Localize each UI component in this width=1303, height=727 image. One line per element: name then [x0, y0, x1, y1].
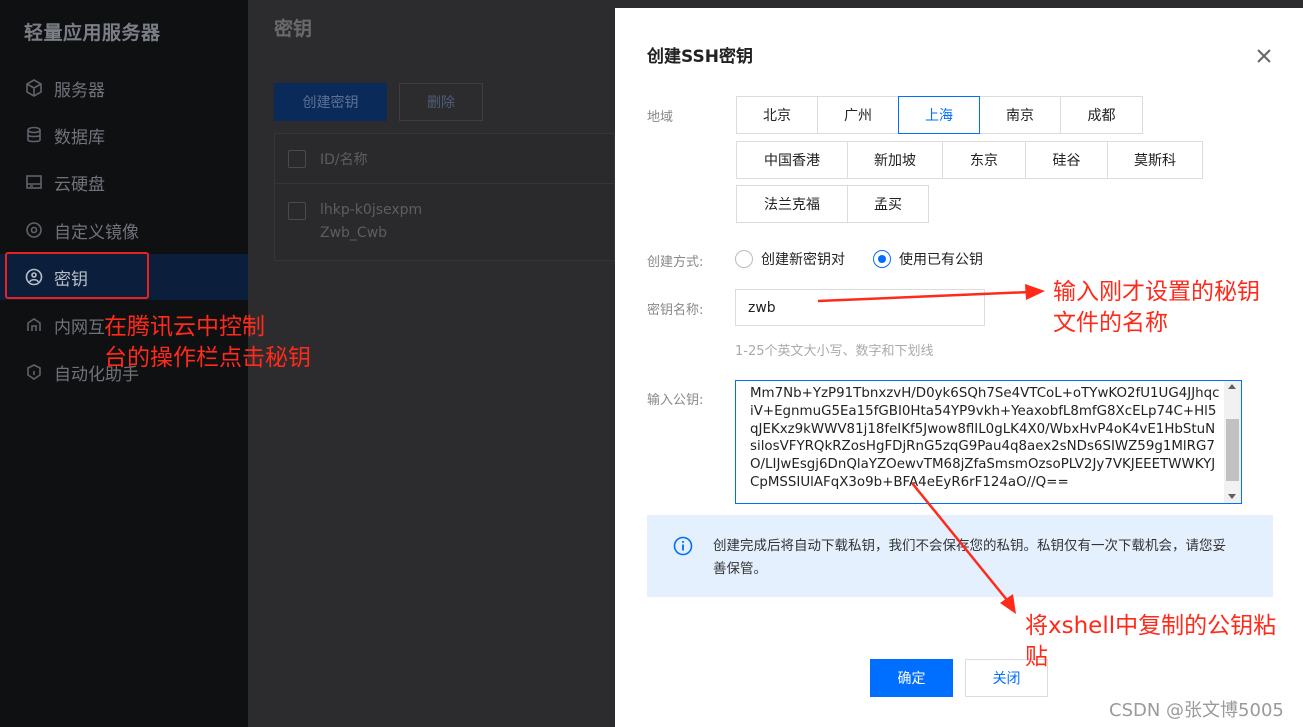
radio-dot [873, 250, 891, 268]
download-notice: 创建完成后将自动下载私钥，我们不会保存您的私钥。私钥仅有一次下载机会，请您妥善保… [647, 515, 1273, 597]
notice-text: 创建完成后将自动下载私钥，我们不会保存您的私钥。私钥仅有一次下载机会，请您妥善保… [713, 538, 1226, 577]
method-label: 创建方式: [647, 255, 704, 270]
delete-button[interactable]: 删除 [399, 83, 483, 121]
annotation-sidebar-note: 在腾讯云中控制 台的操作栏点击秘钥 [104, 314, 311, 371]
radio-create-new-keypair[interactable]: 创建新密钥对 [735, 249, 845, 269]
select-all-checkbox[interactable] [288, 150, 306, 168]
table-header: ID/名称 [275, 134, 616, 184]
pubkey-label: 输入公钥: [647, 393, 704, 408]
region-chengdu[interactable]: 成都 [1060, 96, 1143, 134]
sidebar-item-label: 云硬盘 [54, 174, 105, 195]
info-icon [673, 536, 693, 556]
sidebar-item-label: 自定义镜像 [54, 222, 139, 243]
column-header-id-name: ID/名称 [320, 152, 368, 168]
close-icon[interactable] [1252, 44, 1276, 68]
key-name-label: 密钥名称: [647, 303, 704, 318]
page-title: 密钥 [274, 18, 313, 40]
radio-label: 创建新密钥对 [761, 252, 845, 268]
region-mumbai[interactable]: 孟买 [847, 185, 929, 223]
region-hongkong[interactable]: 中国香港 [736, 141, 848, 179]
sidebar-item-label: 数据库 [54, 127, 105, 148]
confirm-button[interactable]: 确定 [870, 659, 953, 697]
sidebar-item-servers[interactable]: 服务器 [0, 65, 248, 111]
network-icon [24, 315, 44, 335]
radio-dot [735, 250, 753, 268]
key-name-hint: 1-25个英文大小写、数字和下划线 [735, 344, 934, 359]
keys-highlight-box [5, 252, 149, 299]
scrollbar-thumb[interactable] [1226, 419, 1239, 481]
sidebar-brand: 轻量应用服务器 [24, 22, 161, 44]
region-frankfurt[interactable]: 法兰克福 [736, 185, 848, 223]
radio-label: 使用已有公钥 [899, 252, 983, 268]
keys-table: ID/名称 lhkp-k0jsexpm Zwb_Cwb [274, 133, 616, 261]
region-shanghai[interactable]: 上海 [898, 96, 980, 134]
sidebar-item-label: 服务器 [54, 80, 105, 101]
region-guangzhou[interactable]: 广州 [817, 96, 899, 134]
overlay-strip [615, 0, 1303, 8]
region-label: 地域 [647, 110, 674, 125]
region-beijing[interactable]: 北京 [736, 96, 818, 134]
image-icon [24, 220, 44, 240]
annotation-name-note: 输入刚才设置的秘钥 文件的名称 [1053, 279, 1260, 336]
radio-use-existing-pubkey[interactable]: 使用已有公钥 [873, 249, 983, 269]
region-singapore[interactable]: 新加坡 [847, 141, 943, 179]
key-id[interactable]: lhkp-k0jsexpm [320, 202, 422, 218]
database-icon [24, 125, 44, 145]
key-name-input[interactable] [735, 289, 985, 326]
key-name: Zwb_Cwb [320, 225, 388, 241]
create-key-button[interactable]: 创建密钥 [274, 83, 387, 121]
sidebar-item-custom-image[interactable]: 自定义镜像 [0, 207, 248, 253]
pubkey-text[interactable]: Mm7Nb+YzP91TbnxzvH/D0yk6SQh7Se4VTCoL+oTY… [750, 385, 1220, 492]
watermark: CSDN @张文博5005 [1109, 700, 1284, 721]
pubkey-textarea[interactable]: Mm7Nb+YzP91TbnxzvH/D0yk6SQh7Se4VTCoL+oTY… [735, 380, 1242, 504]
region-nanjing[interactable]: 南京 [979, 96, 1061, 134]
region-moscow[interactable]: 莫斯科 [1107, 141, 1203, 179]
region-silicon-valley[interactable]: 硅谷 [1025, 141, 1108, 179]
row-checkbox[interactable] [288, 202, 306, 220]
pubkey-scrollbar[interactable] [1224, 381, 1241, 503]
sidebar-item-label: 内网互 [54, 317, 105, 338]
scroll-up-arrow-icon[interactable] [1228, 384, 1236, 389]
sidebar-item-cloud-disk[interactable]: 云硬盘 [0, 159, 248, 205]
region-tokyo[interactable]: 东京 [942, 141, 1026, 179]
automation-icon [24, 362, 44, 382]
disk-icon [24, 172, 44, 192]
cube-icon [24, 78, 44, 98]
sidebar-item-database[interactable]: 数据库 [0, 112, 248, 158]
scroll-down-arrow-icon[interactable] [1228, 494, 1236, 499]
dialog-title: 创建SSH密钥 [647, 47, 753, 67]
annotation-pubkey-note: 将xshell中复制的公钥粘 贴 [1025, 613, 1277, 670]
